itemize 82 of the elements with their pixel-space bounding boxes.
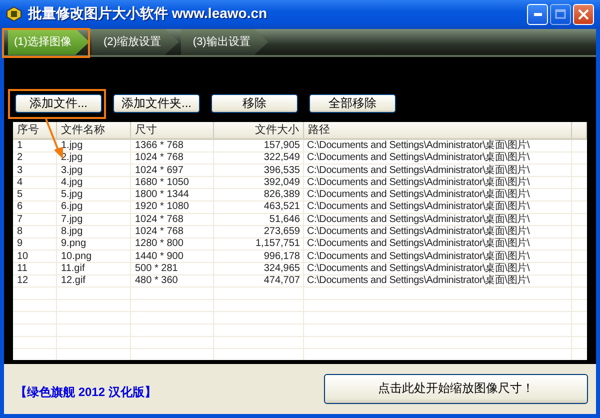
table-cell-text: 7.jpg: [60, 214, 84, 226]
table-cell-text: 10.png: [60, 250, 93, 263]
step-tab[interactable]: (3)输出设置: [180, 28, 268, 55]
table-cell-text: 1800 * 1344: [134, 189, 190, 202]
table-cell-text: C:\Documents and Settings\Administrator\桌面\图片\: [306, 164, 531, 176]
table-cell-text: 3.jpg: [60, 164, 84, 177]
table-cell-text: 1: [16, 140, 24, 152]
table-cell-text: 826,389: [262, 189, 301, 202]
table-cell-text: C:\Documents and Settings\Administrator\桌面\图片\: [306, 214, 531, 226]
table-cell-text: 1024 * 768: [134, 152, 184, 165]
column-header[interactable]: 尺寸: [131, 122, 214, 138]
table-cell-text: 1.jpg: [60, 140, 84, 152]
table-cell-text: 5: [16, 189, 24, 202]
table-cell-text: 6: [16, 201, 24, 214]
table-cell-text: 11: [16, 262, 28, 276]
file-list-table[interactable]: [13, 122, 587, 360]
step-tab[interactable]: (2)缩放设置: [91, 28, 179, 55]
table-cell-text: C:\Documents and Settings\Administrator\桌面\图片\: [306, 152, 531, 164]
table-cell-text: 2: [16, 152, 24, 165]
toolbar-button[interactable]: 添加文件...: [15, 94, 102, 113]
table-cell-text: 3: [16, 164, 24, 177]
table-cell-text: 1,157,751: [254, 238, 301, 251]
table-cell-text: 6.jpg: [60, 201, 84, 214]
minimize-button[interactable]: [527, 4, 548, 25]
table-cell-text: 157,905: [262, 140, 301, 152]
table-cell-text: 2.jpg: [60, 152, 84, 165]
toolbar-button[interactable]: 移除: [211, 94, 298, 113]
table-cell-text: 10: [16, 250, 30, 263]
annotation-arrow: [45, 118, 63, 159]
table-cell-text: 396,535: [262, 164, 301, 177]
table-cell-text: 324,965: [262, 262, 301, 276]
column-header[interactable]: 文件大小: [214, 122, 304, 138]
close-button[interactable]: [573, 4, 594, 25]
table-cell-text: C:\Documents and Settings\Administrator\桌面\图片\: [306, 140, 531, 152]
window-title: 批量修改图片大小软件 www.leawo.cn: [28, 5, 268, 24]
app-icon: [6, 6, 22, 22]
table-cell-text: 9: [16, 238, 24, 251]
table-cell-text: C:\Documents and Settings\Administrator\桌面\图片\: [306, 238, 531, 250]
table-cell-text: 8.jpg: [60, 226, 84, 238]
toolbar-button[interactable]: 添加文件夹...: [113, 94, 200, 113]
table-cell-text: C:\Documents and Settings\Administrator\桌面\图片\: [306, 262, 531, 274]
table-cell-text: 1366 * 768: [134, 140, 184, 152]
start-button[interactable]: 点击此处开始缩放图像尺寸！: [324, 374, 588, 404]
table-cell-text: 1024 * 768: [134, 226, 184, 238]
toolbar-button[interactable]: 全部移除: [309, 94, 396, 113]
table-cell-text: C:\Documents and Settings\Administrator\桌面\图片\: [306, 275, 531, 288]
table-cell-text: 7: [16, 214, 24, 226]
table-cell-text: 500 * 281: [134, 262, 179, 276]
maximize-icon: [555, 9, 566, 20]
table-cell-text: 12: [16, 275, 30, 288]
table-cell-text: 9.png: [60, 238, 88, 251]
table-cell-text: 273,659: [262, 226, 301, 238]
table-cell-text: 996,178: [262, 250, 301, 263]
table-cell-text: C:\Documents and Settings\Administrator\桌面\图片\: [306, 226, 531, 238]
table-cell-text: 4.jpg: [60, 176, 84, 190]
table-cell-text: 1680 * 1050: [134, 176, 190, 190]
table-cell-text: C:\Documents and Settings\Administrator\桌面\图片\: [306, 189, 531, 200]
table-cell-text: 5.jpg: [60, 189, 84, 202]
table-cell-text: 8: [16, 226, 24, 238]
table-cell-text: 1024 * 697: [134, 164, 184, 177]
table-cell-text: C:\Documents and Settings\Administrator\桌面\图片\: [306, 250, 531, 262]
table-cell-text: 480 * 360: [134, 275, 179, 288]
close-icon: [578, 8, 589, 20]
maximize-button[interactable]: [550, 4, 571, 25]
table-cell-text: 474,707: [262, 275, 301, 288]
table-cell-text: 322,549: [262, 152, 301, 165]
table-cell-text: 4: [16, 176, 24, 190]
table-cell-text: 12.gif: [60, 275, 86, 288]
table-cell-text: 51,646: [268, 214, 301, 226]
table-cell-text: 392,049: [262, 176, 301, 190]
edition-label: 【绿色旗舰 2012 汉化版】: [15, 384, 156, 402]
table-cell-text: 1024 * 768: [134, 214, 184, 226]
table-cell-text: 1440 * 900: [134, 250, 184, 263]
table-cell-text: C:\Documents and Settings\Administrator\桌面\图片\: [306, 176, 531, 188]
column-header[interactable]: 路径: [304, 122, 572, 138]
table-cell-text: 11.gif: [60, 262, 86, 276]
table-cell-text: 1920 * 1080: [134, 201, 190, 214]
table-cell-text: 463,521: [262, 201, 301, 214]
column-header[interactable]: 文件名称: [57, 122, 131, 138]
minimize-icon: [534, 12, 542, 16]
table-cell-text: C:\Documents and Settings\Administrator\桌面\图片\: [306, 201, 531, 214]
table-cell-text: 1280 * 800: [134, 238, 184, 251]
